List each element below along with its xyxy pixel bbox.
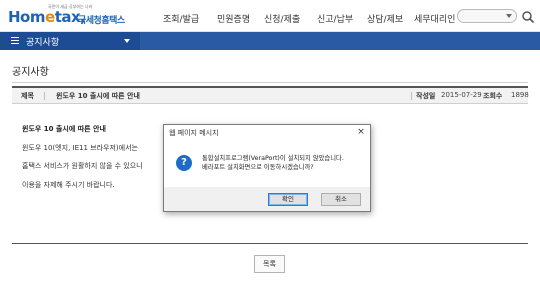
cancel-button[interactable]: 취소 — [321, 193, 361, 206]
dialog-message: 통합설치프로그램(VeraPort)이 설치되지 않았습니다. 베라포트 설치화… — [202, 155, 344, 172]
nav-consult-report[interactable]: 상담/제보 — [367, 12, 403, 25]
divider — [411, 92, 412, 100]
dialog-content: ? 통합설치프로그램(VeraPort)이 설치되지 않았습니다. 베라포트 설… — [164, 141, 370, 187]
date-label: 작성일 — [416, 92, 436, 100]
list-button[interactable]: 목록 — [254, 255, 285, 273]
divider — [44, 92, 45, 100]
nav-report-pay[interactable]: 신고/납부 — [317, 12, 353, 25]
chevron-down-icon — [124, 39, 130, 43]
sub-navigation-bar: 공지사항 — [0, 32, 540, 50]
ok-button[interactable]: 확인 — [268, 193, 308, 206]
web-page-message-dialog: 웹 페이지 메시지 × ? 통합설치프로그램(VeraPort)이 설치되지 않… — [163, 124, 371, 212]
chevron-down-icon — [506, 14, 512, 18]
notice-date: 2015-07-29 — [441, 91, 482, 99]
dialog-titlebar[interactable]: 웹 페이지 메시지 × — [164, 125, 370, 141]
notice-info-row: 제목 윈도우 10 출시에 따른 안내 작성일 2015-07-29 조회수 1… — [12, 86, 529, 104]
views-label: 조회수 — [483, 92, 503, 100]
dialog-message-line: 통합설치프로그램(VeraPort)이 설치되지 않았습니다. — [202, 155, 344, 162]
nav-apply-submit[interactable]: 신청/제출 — [264, 12, 300, 25]
subnav-label: 공지사항 — [26, 38, 60, 48]
notice-views: 1898 — [511, 91, 529, 99]
notice-subject: 윈도우 10 출시에 따른 안내 — [56, 92, 140, 100]
question-icon: ? — [176, 155, 192, 171]
logo-suffix: 국세청홈택스 — [78, 16, 125, 26]
divider — [12, 243, 528, 244]
search-icon[interactable] — [521, 9, 535, 24]
dialog-footer: 확인 취소 — [164, 187, 370, 211]
search-select[interactable] — [457, 9, 517, 23]
hometax-logo[interactable]: 국민이 세금 공부하는 나라 Hometax, 국세청홈택스 — [8, 4, 136, 30]
menu-icon — [11, 37, 19, 44]
divider — [12, 82, 528, 83]
dialog-message-line: 베라포트 설치화면으로 이동하시겠습니까? — [202, 163, 314, 171]
dialog-title: 웹 페이지 메시지 — [169, 129, 219, 137]
subject-label: 제목 — [21, 92, 34, 100]
close-icon[interactable]: × — [356, 127, 366, 137]
logo-brand: Hometax, — [8, 8, 86, 26]
nav-civil-certificate[interactable]: 민원증명 — [217, 12, 250, 25]
top-header: 국민이 세금 공부하는 나라 Hometax, 국세청홈택스 조회/발급 민원증… — [0, 0, 540, 32]
nav-lookup-issue[interactable]: 조회/발급 — [163, 12, 199, 25]
menu-dropdown[interactable]: 공지사항 — [0, 32, 140, 50]
page-title: 공지사항 — [12, 67, 49, 78]
nav-tax-agent[interactable]: 세무대리인 — [414, 12, 455, 25]
